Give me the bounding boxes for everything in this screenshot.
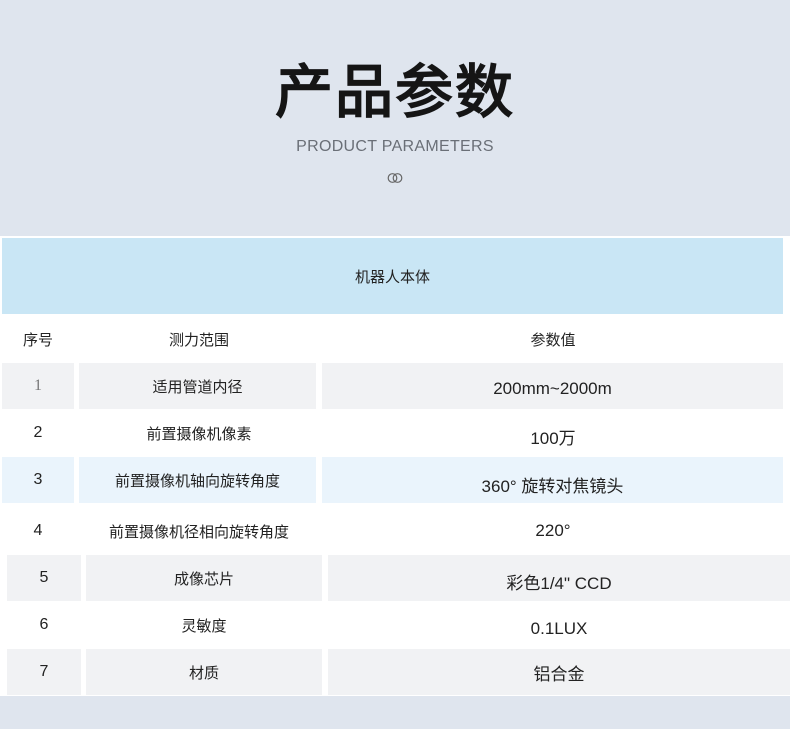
row-item: 前置摄像机径相向旋转角度 [108,522,289,541]
table-row: 3 前置摄像机轴向旋转角度 360° 旋转对焦镜头 [0,457,790,503]
column-header-item: 测力范围 [168,330,229,349]
row-index: 1 [2,363,74,409]
table-row: 7 材质 铝合金 [0,649,790,695]
row-value: 铝合金 [328,649,790,695]
row-item: 成像芯片 [86,555,322,601]
row-index: 6 [39,616,49,633]
page-header: 产品参数 PRODUCT PARAMETERS [0,0,790,236]
row-index: 7 [7,649,81,695]
row-value: 彩色1/4" CCD [328,555,790,601]
row-index: 3 [2,457,74,503]
row-item: 材质 [86,649,322,695]
row-item: 灵敏度 [181,616,227,635]
row-index: 2 [33,424,43,441]
row-value: 0.1LUX [530,619,588,638]
column-header-index: 序号 [22,330,53,349]
row-item: 前置摄像机像素 [146,424,252,443]
page-footer-band [0,697,790,729]
section-header: 机器人本体 [2,238,783,314]
table-row: 6 灵敏度 0.1LUX [0,602,790,648]
interlocking-rings-icon [387,173,403,183]
page-title: 产品参数 [274,58,515,126]
table-row: 1 适用管道内径 200mm~2000m [0,363,790,409]
row-value: 360° 旋转对焦镜头 [322,457,783,503]
column-header-value: 参数值 [530,330,576,349]
parameter-table: 机器人本体 序号 测力范围 参数值 1 适用管道内径 200mm~2000m 2… [0,236,790,696]
row-item: 适用管道内径 [79,363,316,409]
page-subtitle: PRODUCT PARAMETERS [296,138,494,155]
table-header-row: 序号 测力范围 参数值 [0,316,790,362]
row-value: 220° [535,521,571,540]
row-value: 100万 [530,428,576,448]
row-item: 前置摄像机轴向旋转角度 [79,457,316,503]
table-row: 5 成像芯片 彩色1/4" CCD [0,555,790,601]
row-index: 5 [7,555,81,601]
table-row: 4 前置摄像机径相向旋转角度 220° [0,508,790,554]
row-index: 4 [33,522,43,539]
table-row: 2 前置摄像机像素 100万 [0,410,790,456]
row-value: 200mm~2000m [322,363,783,409]
